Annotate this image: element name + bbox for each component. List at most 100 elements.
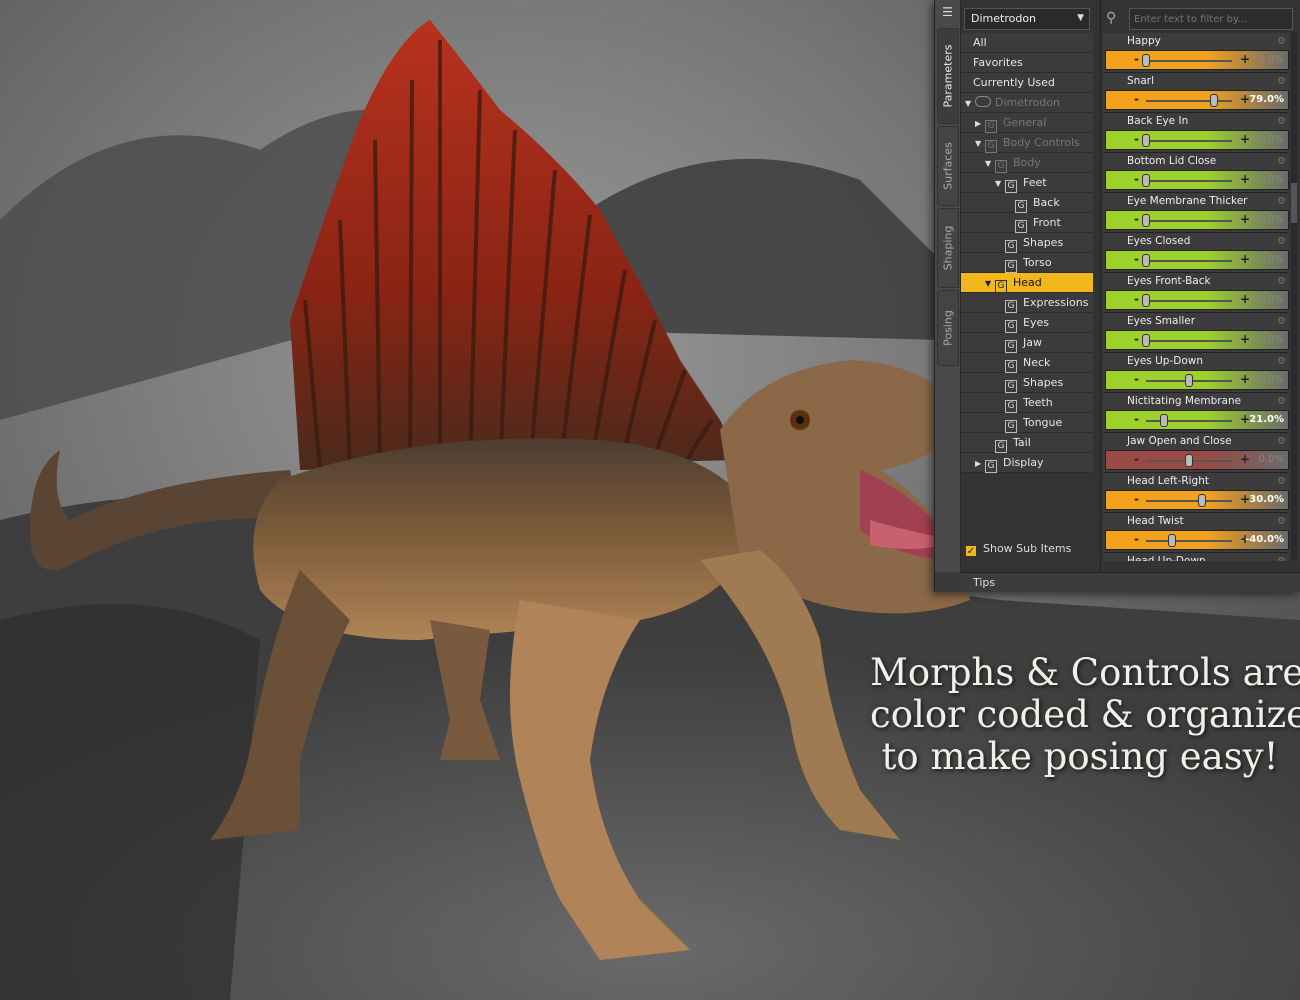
slider-track[interactable]: - +0.0% xyxy=(1105,370,1289,390)
decrement-button[interactable]: - xyxy=(1134,52,1139,66)
parameter-slider[interactable]: Head Up-Down⚙-+ xyxy=(1103,553,1289,561)
gear-icon[interactable]: ⚙ xyxy=(1277,36,1286,47)
parameter-slider[interactable]: Eyes Smaller ⚙ - +0.0% xyxy=(1103,313,1289,353)
parameter-slider[interactable]: Bottom Lid Close ⚙ - +0.0% xyxy=(1103,153,1289,193)
tree-item[interactable]: Currently Used xyxy=(961,73,1093,93)
tree-item[interactable]: G Torso xyxy=(961,253,1093,273)
tree-item[interactable]: ▼ G Head xyxy=(961,273,1093,293)
gear-icon[interactable]: ⚙ xyxy=(1277,196,1286,207)
slider-handle[interactable] xyxy=(1197,494,1206,507)
tree-item[interactable]: G Eyes xyxy=(961,313,1093,333)
slider-handle[interactable] xyxy=(1185,374,1193,387)
slider-handle[interactable] xyxy=(1142,294,1150,307)
tree-item[interactable]: G Jaw xyxy=(961,333,1093,353)
expand-arrow-icon[interactable]: ▼ xyxy=(985,274,995,294)
increment-button[interactable]: + xyxy=(1240,292,1250,306)
slider-track[interactable]: - +0.0% xyxy=(1105,130,1289,150)
parameter-value[interactable]: 21.0% xyxy=(1249,414,1284,425)
parameter-slider[interactable]: Eyes Up-Down ⚙ - +0.0% xyxy=(1103,353,1289,393)
parameter-scrollbar[interactable] xyxy=(1291,33,1297,561)
parameter-value[interactable]: 0.0% xyxy=(1259,454,1284,465)
gear-icon[interactable]: ⚙ xyxy=(1277,396,1286,407)
gear-icon[interactable]: ⚙ xyxy=(1277,476,1286,487)
parameter-value[interactable]: 0.0% xyxy=(1259,294,1284,305)
pane-menu-icon[interactable]: ☰ xyxy=(940,6,955,19)
slider-handle[interactable] xyxy=(1142,134,1150,147)
slider-track[interactable]: - +0.0% xyxy=(1105,450,1289,470)
tree-item[interactable]: G Teeth xyxy=(961,393,1093,413)
expand-arrow-icon[interactable]: ▼ xyxy=(975,134,985,154)
tree-item[interactable]: All xyxy=(961,33,1093,53)
tree-item[interactable]: ▼ G Body Controls xyxy=(961,133,1093,153)
decrement-button[interactable]: - xyxy=(1134,332,1139,346)
collapse-arrow-icon[interactable]: ▶ xyxy=(975,454,985,474)
tree-item[interactable]: ▼ Dimetrodon xyxy=(961,93,1093,113)
parameter-slider[interactable]: Eyes Front-Back ⚙ - +0.0% xyxy=(1103,273,1289,313)
tree-item[interactable]: ▶ G Display xyxy=(961,453,1093,473)
decrement-button[interactable]: - xyxy=(1134,532,1139,546)
increment-button[interactable]: + xyxy=(1240,252,1250,266)
increment-button[interactable]: + xyxy=(1240,452,1250,466)
parameter-value[interactable]: 79.0% xyxy=(1249,94,1284,105)
slider-track[interactable]: - +0.0% xyxy=(1105,330,1289,350)
decrement-button[interactable]: - xyxy=(1134,252,1139,266)
slider-handle[interactable] xyxy=(1209,94,1218,107)
increment-button[interactable]: + xyxy=(1240,172,1250,186)
increment-button[interactable]: + xyxy=(1240,332,1250,346)
tab-posing[interactable]: Posing xyxy=(937,290,959,366)
parameter-value[interactable]: 30.0% xyxy=(1249,494,1284,505)
show-sub-items-checkbox[interactable]: ✓ Show Sub Items xyxy=(965,542,1071,557)
slider-track[interactable]: - +30.0% xyxy=(1105,490,1289,510)
parameter-slider[interactable]: Head Left-Right ⚙ - +30.0% xyxy=(1103,473,1289,513)
filter-input[interactable] xyxy=(1129,8,1293,30)
parameter-value[interactable]: 0.0% xyxy=(1259,334,1284,345)
gear-icon[interactable]: ⚙ xyxy=(1277,356,1286,367)
gear-icon[interactable]: ⚙ xyxy=(1277,236,1286,247)
tree-item[interactable]: G Back xyxy=(961,193,1093,213)
slider-handle[interactable] xyxy=(1185,454,1193,467)
tree-item[interactable]: G Expressions xyxy=(961,293,1093,313)
tree-item[interactable]: G Tail xyxy=(961,433,1093,453)
slider-handle[interactable] xyxy=(1167,534,1176,547)
slider-track[interactable]: - +0.0% xyxy=(1105,290,1289,310)
slider-track[interactable]: - +0.0% xyxy=(1105,250,1289,270)
decrement-button[interactable]: - xyxy=(1134,212,1139,226)
slider-track[interactable]: - + -40.0% xyxy=(1105,530,1289,550)
collapse-arrow-icon[interactable]: ▶ xyxy=(975,114,985,134)
expand-arrow-icon[interactable]: ▼ xyxy=(965,94,975,114)
tab-shaping[interactable]: Shaping xyxy=(937,208,959,288)
parameter-slider[interactable]: Nictitating Membrane ⚙ - +21.0% xyxy=(1103,393,1289,433)
decrement-button[interactable]: - xyxy=(1134,172,1139,186)
tree-item[interactable]: ▼ G Feet xyxy=(961,173,1093,193)
slider-handle[interactable] xyxy=(1142,254,1150,267)
decrement-button[interactable]: - xyxy=(1134,372,1139,386)
increment-button[interactable]: + xyxy=(1240,132,1250,146)
decrement-button[interactable]: - xyxy=(1134,292,1139,306)
tree-item[interactable]: ▶ G General xyxy=(961,113,1093,133)
expand-arrow-icon[interactable]: ▼ xyxy=(995,174,1005,194)
tree-item[interactable]: ▼ G Body xyxy=(961,153,1093,173)
tips-bar[interactable]: Tips xyxy=(961,572,1300,592)
gear-icon[interactable]: ⚙ xyxy=(1277,436,1286,447)
gear-icon[interactable]: ⚙ xyxy=(1277,316,1286,327)
tab-parameters[interactable]: Parameters xyxy=(937,28,959,124)
slider-handle[interactable] xyxy=(1142,334,1150,347)
parameter-slider[interactable]: Eye Membrane Thicker ⚙ - +0.0% xyxy=(1103,193,1289,233)
gear-icon[interactable]: ⚙ xyxy=(1277,516,1286,527)
tree-item[interactable]: Favorites xyxy=(961,53,1093,73)
parameter-value[interactable]: -40.0% xyxy=(1245,534,1284,545)
tab-surfaces[interactable]: Surfaces xyxy=(937,126,959,206)
search-icon[interactable]: ⚲ xyxy=(1106,10,1126,28)
gear-icon[interactable]: ⚙ xyxy=(1277,276,1286,287)
parameter-value[interactable]: 0.0% xyxy=(1259,174,1284,185)
parameter-value[interactable]: 0.0% xyxy=(1259,54,1284,65)
tree-item[interactable]: G Shapes xyxy=(961,233,1093,253)
parameter-value[interactable]: 0.0% xyxy=(1259,374,1284,385)
parameter-slider[interactable]: Eyes Closed ⚙ - +0.0% xyxy=(1103,233,1289,273)
gear-icon[interactable]: ⚙ xyxy=(1277,556,1286,561)
tree-item[interactable]: G Front xyxy=(961,213,1093,233)
parameter-slider[interactable]: Snarl ⚙ - +79.0% xyxy=(1103,73,1289,113)
decrement-button[interactable]: - xyxy=(1134,492,1139,506)
decrement-button[interactable]: - xyxy=(1134,412,1139,426)
parameter-slider[interactable]: Back Eye In ⚙ - +0.0% xyxy=(1103,113,1289,153)
